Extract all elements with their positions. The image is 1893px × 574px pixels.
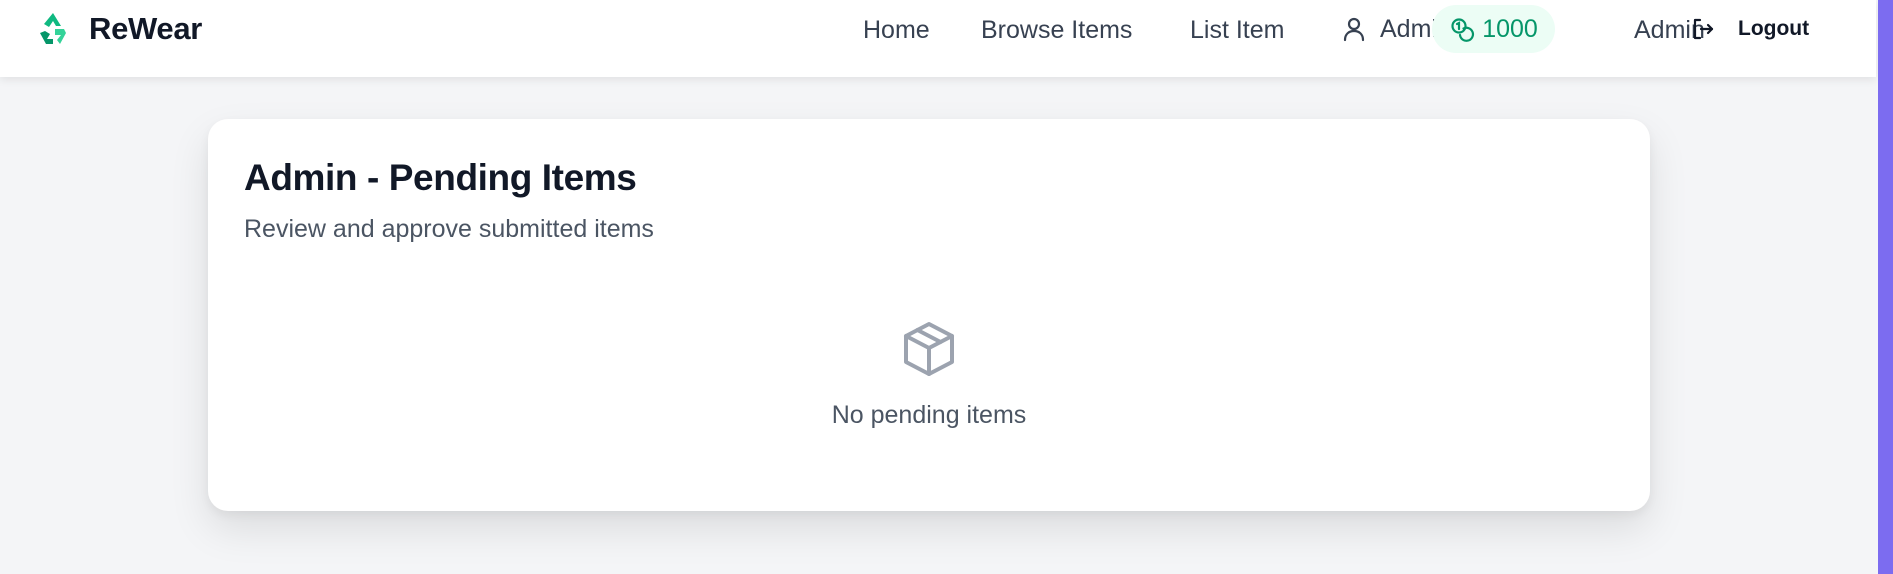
top-navbar: ReWear Home Browse Items List Item Admin… bbox=[0, 0, 1876, 77]
logout-button[interactable]: Logout bbox=[1690, 10, 1809, 48]
pending-items-card: Admin - Pending Items Review and approve… bbox=[208, 119, 1650, 511]
scrollbar[interactable] bbox=[1878, 0, 1893, 574]
empty-message: No pending items bbox=[831, 401, 1027, 429]
points-badge[interactable]: 1000 bbox=[1432, 5, 1555, 53]
package-icon bbox=[899, 319, 959, 379]
coins-icon bbox=[1449, 16, 1475, 42]
user-icon bbox=[1340, 15, 1368, 43]
recycle-icon bbox=[33, 9, 73, 49]
logout-label: Logout bbox=[1738, 17, 1810, 40]
empty-state: No pending items bbox=[208, 319, 1650, 430]
brand-name: ReWear bbox=[89, 11, 203, 46]
points-value: 1000 bbox=[1482, 14, 1538, 43]
logout-icon bbox=[1690, 16, 1716, 42]
page-subtitle: Review and approve submitted items bbox=[244, 215, 654, 243]
nav-home-link[interactable]: Home bbox=[863, 12, 930, 48]
page-title: Admin - Pending Items bbox=[244, 157, 637, 198]
brand[interactable]: ReWear bbox=[33, 8, 202, 50]
nav-list-item-link[interactable]: List Item bbox=[1190, 12, 1284, 48]
nav-browse-items-link[interactable]: Browse Items bbox=[981, 12, 1132, 48]
